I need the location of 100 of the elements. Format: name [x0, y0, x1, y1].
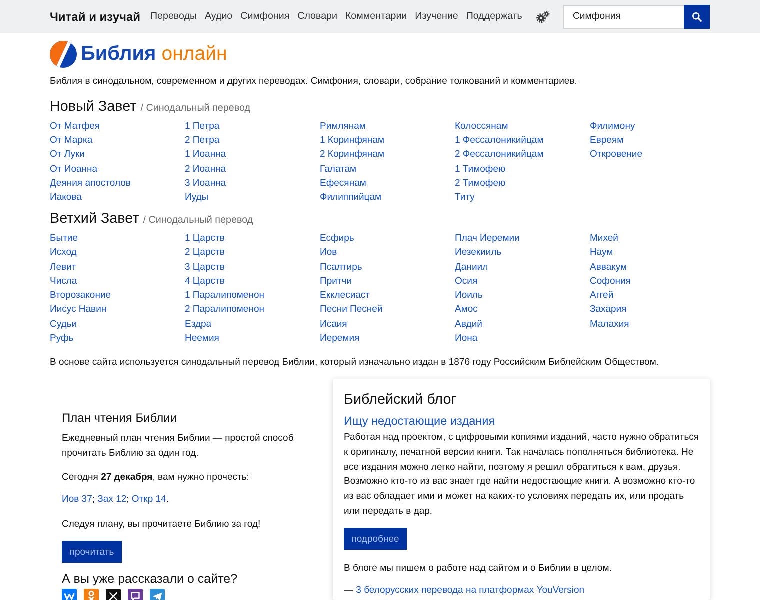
testament-title: Новый Завет — [50, 98, 137, 117]
book-link[interactable]: Филимону — [590, 120, 636, 134]
search-button[interactable] — [684, 4, 710, 28]
book-link[interactable]: Иисус Навин — [50, 303, 107, 318]
book-link[interactable]: 2 Петра — [185, 134, 220, 148]
book-link[interactable]: Притчи — [320, 274, 352, 290]
book-link[interactable]: Филиппийцам — [320, 191, 382, 206]
book-link[interactable]: Осия — [455, 274, 478, 290]
book-link[interactable]: Иеремия — [320, 332, 360, 346]
blog-post-title-link[interactable]: Ищу недостающие издания — [344, 412, 496, 430]
book-link[interactable]: Галатам — [320, 162, 357, 178]
book-link[interactable]: Исход — [50, 246, 77, 261]
share-title: А вы уже рассказали о сайте? — [62, 571, 239, 588]
book-link[interactable]: Иоиль — [455, 289, 483, 304]
book-link[interactable]: 3 Царств — [185, 260, 225, 275]
testament-title: Ветхий Завет — [50, 210, 140, 230]
book-link[interactable]: Псалтирь — [320, 260, 362, 275]
reading-plan-title: План чтения Библии — [62, 410, 178, 428]
book-link[interactable]: Иакова — [50, 191, 82, 206]
nav-link[interactable]: Аудио — [205, 11, 233, 22]
book-link[interactable]: Ездра — [185, 318, 212, 332]
nav-link[interactable]: Изучение — [415, 11, 458, 22]
read-button[interactable]: прочитать — [62, 541, 122, 564]
logo-icon[interactable] — [50, 40, 77, 68]
blog-post-text: Работая над проектом, с цифровыми копиями изданий, часто нужно обратиться к оригиналу, печатной версии книги. Так началась пополняться библиотека. Не все издания можно легко найти, поэтому я решил обратиться к вам, друзья. Возможно кто-то из вас знает где найти недостающие книги. А возможно кто-то из вас обладает ими и может на каких-то условиях передать их, или продать или передать в дар. — [344, 431, 700, 519]
book-link[interactable]: Софония — [590, 274, 631, 290]
book-link[interactable]: Авдий — [455, 318, 482, 332]
book-link[interactable]: Малахия — [590, 318, 630, 332]
nav-link[interactable]: Симфония — [240, 11, 290, 22]
book-link[interactable]: Бытие — [50, 232, 78, 246]
book-link[interactable]: Иона — [455, 332, 478, 346]
book-link[interactable]: Судьи — [50, 318, 78, 332]
book-link[interactable]: Наум — [590, 246, 614, 261]
book-link[interactable]: Амос — [455, 303, 478, 318]
book-link[interactable]: 2 Фессалоникийцам — [455, 148, 544, 163]
gears-icon[interactable] — [536, 10, 550, 22]
nav-link[interactable]: Переводы — [150, 11, 197, 22]
book-link[interactable]: От Иоанна — [50, 162, 98, 178]
book-link[interactable]: Ефесянам — [320, 177, 366, 192]
book-link[interactable]: 1 Паралипоменон — [185, 289, 264, 304]
book-link[interactable]: Захария — [590, 303, 627, 318]
book-link[interactable]: Аггей — [590, 289, 614, 304]
book-link[interactable]: Аввакум — [590, 260, 628, 275]
book-link[interactable]: Евреям — [590, 134, 624, 148]
book-link[interactable]: Михей — [590, 232, 618, 246]
translation-label: / Синодальный перевод — [140, 102, 251, 116]
book-link[interactable]: 2 Паралипоменон — [185, 303, 264, 318]
book-link[interactable]: 2 Царств — [185, 246, 225, 261]
book-link[interactable]: 2 Коринфянам — [320, 148, 384, 163]
book-link[interactable]: Исаия — [320, 318, 348, 332]
book-link[interactable]: 1 Фессалоникийцам — [455, 134, 544, 148]
book-link[interactable]: Плач Иеремии — [455, 232, 520, 246]
book-link[interactable]: Деяния апостолов — [50, 177, 131, 192]
reading-link[interactable]: Откр 14 — [132, 494, 166, 505]
book-link[interactable]: Неемия — [185, 332, 220, 346]
book-link[interactable]: Даниил — [455, 260, 488, 275]
book-link[interactable]: 2 Иоанна — [185, 162, 226, 178]
site-tagline: Библия в синодальном, современном и других переводах. Симфония, словари, собрание толкований и комментариев. — [50, 74, 578, 88]
nav-link[interactable]: Комментарии — [345, 11, 408, 22]
reading-link[interactable]: Зах 12 — [98, 494, 127, 505]
zigzag-tile-icon[interactable] — [62, 589, 77, 600]
book-link[interactable]: Иезекииль — [455, 246, 502, 261]
book-link[interactable]: Римлянам — [320, 120, 366, 134]
reading-link[interactable]: Иов 37 — [62, 494, 92, 505]
site-logo-link[interactable]: Библия онлайн — [81, 40, 228, 68]
book-link[interactable]: Откровение — [590, 148, 643, 163]
paper-plane-icon[interactable] — [150, 589, 165, 600]
book-link[interactable]: Числа — [50, 274, 78, 290]
book-link[interactable]: Руфь — [50, 332, 74, 346]
book-link[interactable]: 2 Тимофею — [455, 177, 506, 192]
book-link[interactable]: От Луки — [50, 148, 85, 163]
book-link[interactable]: Второзаконие — [50, 289, 112, 304]
book-link[interactable]: Есфирь — [320, 232, 354, 246]
blog-post-link[interactable]: 3 белорусских перевода на платформах YouVersion — [356, 584, 585, 596]
book-link[interactable]: 1 Петра — [185, 120, 220, 134]
nav-link[interactable]: Словари — [298, 11, 338, 22]
book-link[interactable]: 3 Иоанна — [185, 177, 226, 192]
site-note: В основе сайта используется синодальный перевод Библии, который изначально издан в 1876 году Российским Библейским Обществом. — [50, 356, 660, 370]
book-link[interactable]: От Марка — [50, 134, 93, 148]
book-link[interactable]: Иов — [320, 246, 338, 261]
book-link[interactable]: Песни Песней — [320, 303, 383, 318]
more-button[interactable]: подробнее — [344, 528, 407, 550]
today-text: Сегодня 27 декабря, вам нужно прочесть: — [62, 470, 250, 485]
book-link[interactable]: Екклесиаст — [320, 289, 370, 304]
book-link[interactable]: 1 Иоанна — [185, 148, 226, 163]
site-brand-link[interactable]: Читай и изучай — [50, 10, 141, 24]
search-field[interactable]: Симфония — [563, 4, 684, 28]
book-link[interactable]: 1 Коринфянам — [320, 134, 384, 148]
nav-link[interactable]: Поддержать — [466, 11, 522, 22]
cross-tile-icon[interactable] — [106, 589, 121, 600]
book-link[interactable]: 1 Тимофею — [455, 162, 506, 178]
phone-bubble-icon[interactable] — [128, 589, 143, 600]
person-tile-icon[interactable] — [84, 589, 99, 600]
book-link[interactable]: От Матфея — [50, 120, 100, 134]
book-link[interactable]: Колоссянам — [455, 120, 508, 134]
book-link[interactable]: Иуды — [185, 191, 209, 206]
book-link[interactable]: Левит — [50, 260, 76, 275]
book-link[interactable]: Титу — [455, 191, 475, 206]
book-link[interactable]: 1 Царств — [185, 232, 225, 246]
book-link[interactable]: 4 Царств — [185, 274, 225, 290]
